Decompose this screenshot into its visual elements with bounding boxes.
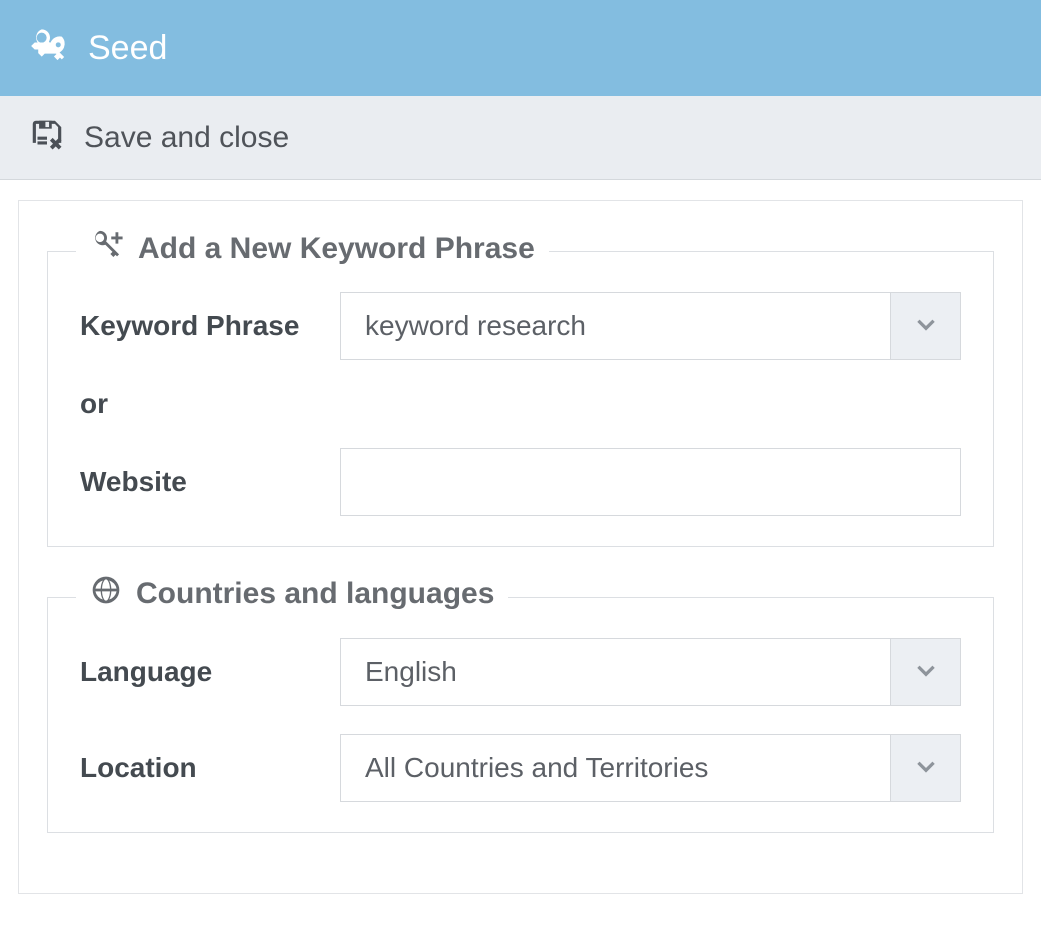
- save-close-button[interactable]: Save and close: [84, 121, 289, 155]
- content-area: Add a New Keyword Phrase Keyword Phrase: [0, 180, 1041, 934]
- label-keyword-phrase: Keyword Phrase: [80, 310, 340, 342]
- save-close-icon[interactable]: [28, 116, 66, 159]
- row-website: Website: [80, 448, 961, 516]
- keyword-phrase-combo[interactable]: [340, 292, 961, 360]
- legend-keyword: Add a New Keyword Phrase: [76, 228, 549, 270]
- label-or: or: [80, 388, 340, 420]
- location-dropdown-toggle[interactable]: [891, 734, 961, 802]
- fieldset-keyword: Add a New Keyword Phrase Keyword Phrase: [47, 251, 994, 547]
- language-combo[interactable]: [340, 638, 961, 706]
- label-website: Website: [80, 466, 340, 498]
- toolbar: Save and close: [0, 96, 1041, 180]
- legend-locale: Countries and languages: [76, 574, 508, 614]
- language-input[interactable]: [340, 638, 891, 706]
- key-plus-icon: [90, 228, 124, 270]
- header-bar: Seed: [0, 0, 1041, 96]
- keyword-phrase-input[interactable]: [340, 292, 891, 360]
- legend-keyword-text: Add a New Keyword Phrase: [138, 232, 535, 266]
- location-combo[interactable]: [340, 734, 961, 802]
- globe-icon: [90, 574, 122, 614]
- legend-locale-text: Countries and languages: [136, 577, 494, 611]
- label-location: Location: [80, 752, 340, 784]
- panel: Add a New Keyword Phrase Keyword Phrase: [18, 200, 1023, 894]
- row-keyword-phrase: Keyword Phrase: [80, 292, 961, 360]
- row-language: Language: [80, 638, 961, 706]
- row-or: or: [80, 388, 961, 420]
- row-location: Location: [80, 734, 961, 802]
- fieldset-locale: Countries and languages Language: [47, 597, 994, 833]
- key-icon: [30, 26, 70, 71]
- label-language: Language: [80, 656, 340, 688]
- page-title: Seed: [88, 29, 167, 68]
- chevron-down-icon: [913, 657, 939, 688]
- chevron-down-icon: [913, 311, 939, 342]
- keyword-phrase-dropdown-toggle[interactable]: [891, 292, 961, 360]
- website-input[interactable]: [340, 448, 961, 516]
- location-input[interactable]: [340, 734, 891, 802]
- language-dropdown-toggle[interactable]: [891, 638, 961, 706]
- chevron-down-icon: [913, 753, 939, 784]
